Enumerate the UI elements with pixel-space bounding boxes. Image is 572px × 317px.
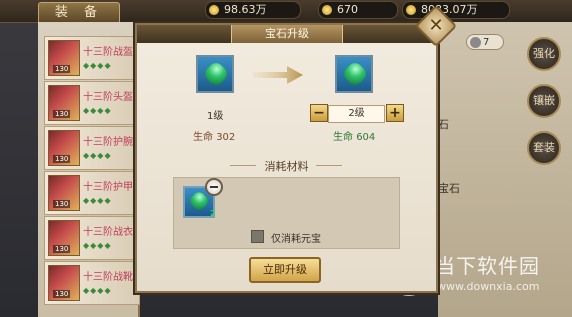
strengthen-tab[interactable]: 强化	[527, 37, 561, 71]
equipment-icon: 130	[48, 220, 80, 256]
arrow-right-icon	[253, 66, 303, 84]
side-text-fragment: 宝石	[438, 182, 460, 195]
equipment-icon: 130	[48, 85, 80, 121]
target-level-field: 2级	[328, 105, 385, 123]
remove-material-button[interactable]	[205, 178, 223, 196]
equipment-icon: 130	[48, 175, 80, 211]
ingot-only-label: 仅消耗元宝	[271, 234, 321, 245]
current-level: 1级	[207, 111, 224, 122]
item-name: 十三阶战靴	[83, 272, 133, 283]
gem-slots-icon: ◆◆◆◆	[83, 241, 112, 250]
item-name: 十三阶战盔	[83, 47, 133, 58]
next-stat: 生命 604	[333, 128, 375, 143]
gem-count-icon	[470, 37, 481, 48]
item-level: 130	[53, 110, 71, 118]
current-gem-slot	[196, 55, 234, 93]
current-stat-value: 302	[216, 132, 236, 143]
next-stat-value: 604	[356, 132, 376, 143]
item-name: 十三阶战衣	[83, 227, 133, 238]
gem-count-value: 7	[483, 37, 490, 48]
item-level: 130	[53, 155, 71, 163]
gem-slots-icon: ◆◆◆◆	[83, 196, 112, 205]
side-text-fragment: 石	[438, 118, 449, 131]
green-gem-icon	[340, 59, 370, 89]
inlay-tab[interactable]: 镶嵌	[527, 84, 561, 118]
dialog-header: 宝石升级	[137, 25, 436, 43]
item-name: 十三阶护甲	[83, 182, 133, 193]
gem-slots-icon: ◆◆◆◆	[83, 151, 112, 160]
dialog-title: 宝石升级	[231, 25, 343, 43]
resource-gold: 8083.07万	[402, 1, 510, 19]
set-tab[interactable]: 套装	[527, 131, 561, 165]
upgrade-now-button[interactable]: 立即升级	[249, 257, 321, 283]
resource-ingot: 670	[318, 1, 398, 19]
current-stat-label: 生命	[193, 132, 213, 143]
item-level: 130	[53, 290, 71, 298]
next-stat-label: 生命	[333, 132, 353, 143]
coin-icon	[209, 5, 219, 15]
resource-silver: 98.63万	[205, 1, 301, 19]
green-gem-icon	[201, 59, 231, 89]
item-name: 十三阶护腕	[83, 137, 133, 148]
close-icon: ✕	[428, 15, 444, 36]
ingot-only-checkbox[interactable]	[251, 230, 264, 243]
gem-slots-icon: ◆◆◆◆	[83, 106, 112, 115]
coin-icon	[406, 5, 416, 15]
resource-value: 670	[337, 3, 358, 16]
watermark-title: 当下软件园	[435, 254, 540, 278]
list-item[interactable]: 130 十三阶护腕 ◆◆◆◆	[44, 126, 140, 170]
gold-ingot-icon	[322, 5, 332, 15]
divider	[316, 165, 342, 166]
watermark-url: www.downxia.com	[437, 280, 540, 293]
gem-slots-icon: ◆◆◆◆	[83, 286, 112, 295]
list-item[interactable]: 130 十三阶头盔 ◆◆◆◆	[44, 81, 140, 125]
equipment-icon: 130	[48, 130, 80, 166]
equipment-title: 装 备	[38, 2, 120, 24]
gem-count-badge: 7	[466, 34, 504, 50]
level-increase-button[interactable]: +	[386, 104, 404, 122]
list-item[interactable]: 130 十三阶战靴 ◆◆◆◆	[44, 261, 140, 305]
materials-title: 消耗材料	[264, 160, 309, 173]
item-name: 十三阶头盔	[83, 92, 133, 103]
item-level: 130	[53, 245, 71, 253]
equipment-icon: 130	[48, 265, 80, 301]
equipment-icon: 130	[48, 40, 80, 76]
list-item[interactable]: 130 十三阶战衣 ◆◆◆◆	[44, 216, 140, 260]
current-stat: 生命 302	[193, 128, 235, 143]
list-item[interactable]: 130 十三阶战盔 ◆◆◆◆	[44, 36, 140, 80]
list-item[interactable]: 130 十三阶护甲 ◆◆◆◆	[44, 171, 140, 215]
item-level: 130	[53, 200, 71, 208]
gem-slots-icon: ◆◆◆◆	[83, 61, 112, 70]
resource-value: 98.63万	[224, 3, 267, 16]
material-count: 2	[210, 209, 216, 218]
item-level: 130	[53, 65, 71, 73]
next-gem-slot	[335, 55, 373, 93]
level-decrease-button[interactable]: −	[310, 104, 328, 122]
